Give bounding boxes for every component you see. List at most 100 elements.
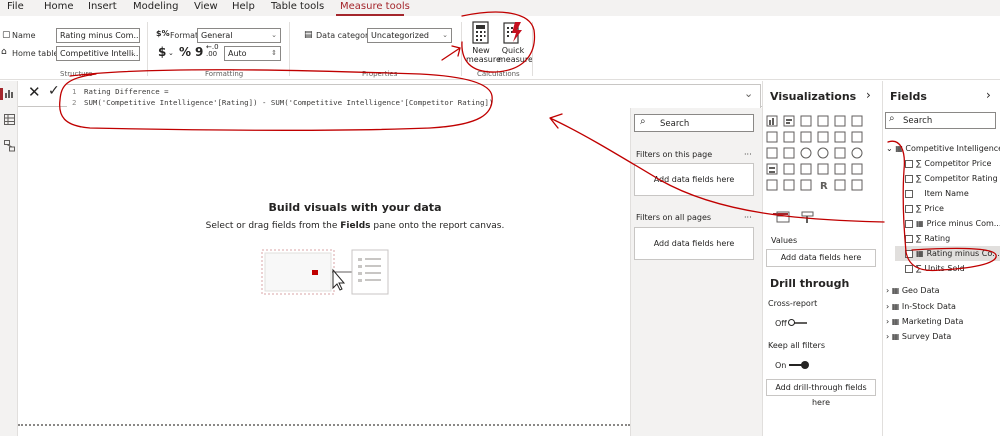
tab-file[interactable]: File: [7, 1, 24, 12]
more-icon[interactable]: ···: [744, 213, 752, 222]
group-separator: [147, 22, 148, 76]
field-units-sold[interactable]: ∑ Units Sold: [895, 261, 1000, 276]
table-in-stock-data[interactable]: › ▦ In-Stock Data: [886, 299, 956, 314]
currency-button[interactable]: $: [158, 45, 166, 59]
spin-icon[interactable]: ⇕: [271, 47, 277, 60]
line-number: 2: [72, 98, 77, 107]
calculator-icon: ▦: [916, 249, 924, 258]
home-table-select[interactable]: Competitive Intelli... ⌄: [56, 46, 140, 61]
chevron-down-icon[interactable]: ⌄: [886, 144, 893, 153]
decimals-input[interactable]: Auto ⇕: [224, 46, 281, 61]
tab-table-tools[interactable]: Table tools: [271, 1, 324, 12]
formula-line-2[interactable]: SUM('Competitive Intelligence'[Rating]) …: [84, 98, 493, 107]
checkbox[interactable]: [905, 249, 913, 258]
filters-search-input[interactable]: [634, 114, 754, 132]
fields-search-input[interactable]: [885, 112, 996, 129]
checkbox[interactable]: [905, 159, 913, 168]
table-name: Geo Data: [901, 286, 940, 295]
chevron-right-icon[interactable]: ›: [866, 88, 871, 102]
quick-measure-label[interactable]: Quick measure: [498, 46, 533, 64]
line-number: 1: [72, 87, 77, 96]
commit-formula-icon[interactable]: ✓: [48, 83, 60, 99]
table-marketing-data[interactable]: › ▦ Marketing Data: [886, 314, 963, 329]
new-measure-button[interactable]: [468, 20, 494, 46]
data-category-icon: ▤: [304, 30, 313, 40]
active-view-indicator: [0, 88, 3, 100]
keep-filters-state: On: [775, 361, 787, 370]
table-survey-data[interactable]: › ▦ Survey Data: [886, 329, 951, 344]
expand-formula-icon[interactable]: ⌄: [744, 87, 753, 100]
quick-measure-button[interactable]: [499, 20, 525, 46]
format-select[interactable]: General ⌄: [197, 28, 281, 43]
values-drop[interactable]: Add data fields here: [766, 249, 876, 267]
toggle-knob[interactable]: [788, 319, 795, 326]
data-view-icon[interactable]: [4, 114, 15, 125]
tab-view[interactable]: View: [194, 1, 218, 12]
field-rating[interactable]: ∑ Rating: [895, 231, 1000, 246]
name-icon: ▢: [2, 30, 11, 40]
checkbox[interactable]: [905, 234, 913, 243]
more-icon[interactable]: ···: [744, 150, 752, 159]
field-label: Price minus Com...: [926, 219, 1000, 228]
filters-on-page-drop[interactable]: Add data fields here: [634, 163, 754, 196]
model-view-icon[interactable]: [4, 140, 15, 152]
drill-through-drop[interactable]: Add drill-through fields here: [766, 379, 876, 407]
calculations-group-label: Calculations: [477, 70, 520, 78]
sigma-icon: ∑: [916, 174, 922, 183]
checkbox[interactable]: [905, 264, 913, 273]
fields-well-icon[interactable]: [776, 211, 790, 223]
field-rating-minus-co[interactable]: ▦ Rating minus Co...: [895, 246, 1000, 261]
data-category-value: Uncategorized: [371, 31, 429, 40]
comma-button[interactable]: 9: [195, 45, 203, 59]
chevron-right-icon[interactable]: ›: [886, 317, 889, 326]
table-competitive-intelligence[interactable]: ⌄ ▦ Competitive Intelligence: [886, 141, 1000, 156]
chevron-right-icon[interactable]: ›: [886, 332, 889, 341]
table-name: Survey Data: [901, 332, 952, 341]
chevron-right-icon[interactable]: ›: [986, 88, 991, 102]
tab-home[interactable]: Home: [44, 1, 74, 12]
tab-help[interactable]: Help: [232, 1, 255, 12]
filters-all-pages-drop[interactable]: Add data fields here: [634, 227, 754, 260]
search-icon: ⌕: [889, 113, 895, 124]
field-label: Competitor Rating: [924, 174, 998, 183]
chevron-down-icon[interactable]: ⌄: [168, 49, 174, 57]
decimals-value: Auto: [228, 49, 247, 58]
formula-line-1[interactable]: Rating Difference =: [84, 87, 169, 96]
visualizations-title: Visualizations: [770, 90, 857, 103]
field-item-name[interactable]: ∑Item Name: [895, 186, 1000, 201]
report-view-icon[interactable]: [4, 88, 15, 99]
format-icon: $%: [156, 29, 170, 38]
properties-group-label: Properties: [362, 70, 398, 78]
data-category-select[interactable]: Uncategorized ⌄: [367, 28, 452, 43]
decrease-decimal-button[interactable]: ←.0.00: [206, 44, 219, 58]
checkbox[interactable]: [905, 174, 913, 183]
chevron-right-icon[interactable]: ›: [886, 302, 889, 311]
home-table-label: Home table: [12, 49, 59, 58]
format-label: Format: [170, 31, 199, 40]
chevron-right-icon[interactable]: ›: [886, 286, 889, 295]
name-input[interactable]: Rating minus Com...: [56, 28, 140, 43]
field-competitor-price[interactable]: ∑ Competitor Price: [895, 156, 1000, 171]
quick-measure-icon: [503, 22, 522, 44]
new-measure-label[interactable]: New measure: [466, 46, 501, 64]
field-price[interactable]: ∑ Price: [895, 201, 1000, 216]
field-price-minus-com[interactable]: ▦ Price minus Com...: [895, 216, 1000, 231]
field-competitor-rating[interactable]: ∑ Competitor Rating: [895, 171, 1000, 186]
checkbox[interactable]: [905, 219, 913, 228]
filters-search-placeholder: Search: [660, 119, 690, 129]
keep-filters-label: Keep all filters: [768, 341, 825, 350]
format-paint-icon[interactable]: [801, 211, 815, 224]
percent-button[interactable]: %: [179, 45, 191, 59]
checkbox[interactable]: [905, 204, 913, 213]
tab-insert[interactable]: Insert: [88, 1, 117, 12]
visual-types-icon[interactable]: R: [764, 114, 874, 204]
fields-title: Fields: [890, 90, 927, 103]
table-geo-data[interactable]: › ▦ Geo Data: [886, 283, 940, 298]
table-icon: ▦: [891, 332, 900, 341]
toggle-knob[interactable]: [801, 361, 809, 369]
cancel-formula-icon[interactable]: ✕: [28, 83, 41, 101]
drag-fields-illustration-icon: [261, 249, 389, 295]
tab-measure-tools[interactable]: Measure tools: [340, 1, 410, 12]
checkbox[interactable]: [905, 189, 913, 198]
tab-modeling[interactable]: Modeling: [133, 1, 179, 12]
